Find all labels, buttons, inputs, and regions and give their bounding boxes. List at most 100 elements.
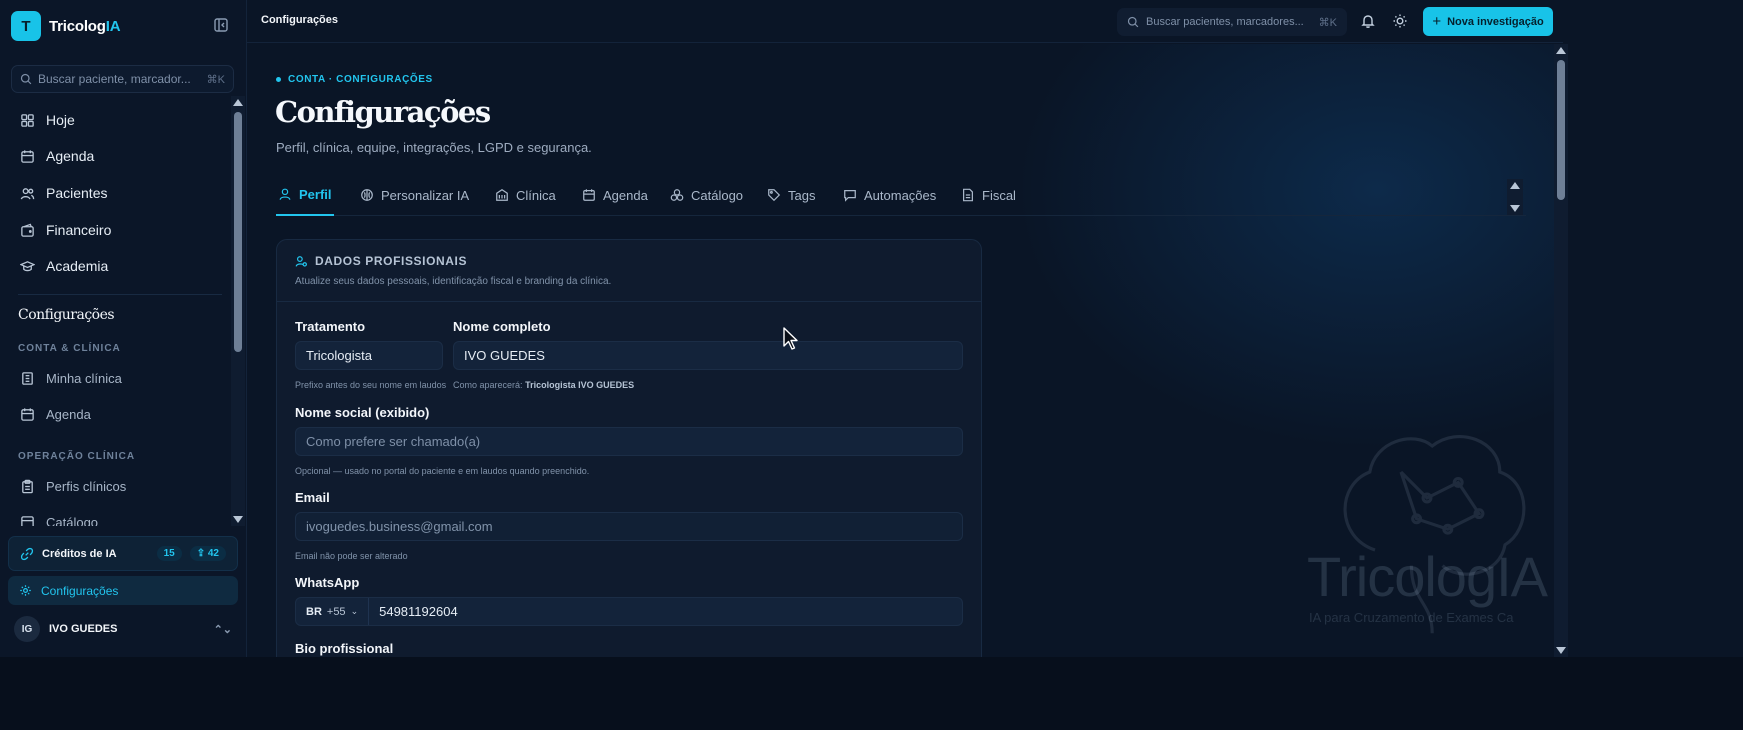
sidebar-item-label: Catálogo (46, 514, 99, 527)
scroll-up-icon[interactable] (1510, 182, 1520, 189)
treatment-field[interactable]: Tricologista (295, 341, 443, 370)
sidebar-item-hoje[interactable]: Hoje (20, 110, 75, 130)
tab-catalogo[interactable]: Catálogo (670, 174, 743, 216)
tab-clinica[interactable]: Clínica (495, 174, 556, 216)
whatsapp-field[interactable]: BR +55 ⌄ 54981192604 (295, 597, 963, 626)
graduation-cap-icon (20, 260, 35, 271)
sun-icon[interactable] (1392, 13, 1408, 29)
scrollbar-thumb[interactable] (234, 112, 242, 352)
sidebar-item-minha-clinica[interactable]: Minha clínica (20, 368, 122, 388)
scroll-up-icon[interactable] (1556, 47, 1566, 54)
bell-icon[interactable] (1360, 13, 1376, 29)
sidebar-nav: Hoje Agenda Pacientes Financeiro Academi… (0, 96, 230, 526)
social-name-label: Nome social (exibido) (295, 405, 430, 420)
building-icon (496, 189, 508, 201)
scroll-down-icon[interactable] (1510, 205, 1520, 212)
document-icon (963, 188, 973, 202)
scroll-down-icon[interactable] (1556, 647, 1566, 654)
grid-icon (21, 113, 34, 127)
chevron-updown-icon: ⌃⌄ (213, 623, 232, 636)
topbar: Configurações Buscar pacientes, marcador… (247, 0, 1563, 43)
sidebar-collapse-icon[interactable] (213, 17, 229, 33)
sidebar-item-label: Academia (46, 258, 109, 274)
watermark-title: TricologIA (1307, 545, 1548, 608)
sidebar-settings-heading: Configurações (18, 307, 115, 323)
brand-logo: T (11, 11, 41, 41)
user-menu[interactable]: IG IVO GUEDES ⌃⌄ (14, 616, 232, 642)
social-name-field[interactable]: Como prefere ser chamado(a) (295, 427, 963, 456)
new-investigation-button[interactable]: + Nova investigação (1423, 7, 1553, 36)
tab-fiscal[interactable]: Fiscal (961, 174, 1016, 216)
scroll-up-icon[interactable] (233, 99, 243, 106)
sidebar-item-financeiro[interactable]: Financeiro (20, 220, 111, 240)
page-subtitle: Perfil, clínica, equipe, integrações, LG… (276, 140, 592, 155)
treatment-label: Tratamento (295, 319, 366, 334)
new-investigation-label: Nova investigação (1447, 15, 1544, 28)
sidebar-item-label: Pacientes (46, 185, 108, 201)
sidebar-item-catalogo[interactable]: Catálogo (20, 512, 98, 526)
sidebar-item-label: Hoje (46, 112, 75, 128)
professional-data-card: DADOS PROFISSIONAIS Atualize seus dados … (276, 239, 982, 657)
calendar-icon (21, 407, 34, 421)
sidebar-divider (18, 294, 222, 295)
clipboard-icon (22, 479, 33, 493)
global-search-input[interactable]: Buscar pacientes, marcadores... ⌘K (1117, 8, 1347, 36)
scroll-down-icon[interactable] (233, 516, 243, 523)
ai-credits[interactable]: Créditos de IA 15 ⇪ 42 (8, 536, 238, 571)
sidebar-item-agenda[interactable]: Agenda (20, 146, 94, 166)
sidebar-item-pacientes[interactable]: Pacientes (20, 183, 107, 203)
gear-icon (20, 585, 31, 596)
global-search-shortcut: ⌘K (1318, 16, 1337, 29)
sidebar-item-label: Financeiro (46, 222, 112, 238)
desktop-background (0, 657, 1743, 730)
settings-tabs: Perfil Personalizar IA Clínica Agenda Ca… (276, 174, 1526, 216)
tab-agenda[interactable]: Agenda (582, 174, 648, 216)
social-name-hint: Opcional — usado no portal do paciente e… (295, 466, 590, 476)
sidebar-item-label: Agenda (46, 406, 91, 422)
sidebar-item-configuracoes[interactable]: Configurações (8, 576, 238, 605)
avatar: IG (14, 616, 40, 642)
user-icon (279, 188, 291, 200)
plus-icon: + (1432, 13, 1442, 30)
tab-personalizar-ia[interactable]: Personalizar IA (360, 174, 469, 216)
user-name: IVO GUEDES (49, 623, 118, 635)
tab-tags[interactable]: Tags (767, 174, 815, 216)
catalog-icon (670, 189, 684, 201)
search-icon (20, 73, 32, 85)
ai-credits-label: Créditos de IA (42, 547, 117, 560)
catalog-icon (21, 515, 34, 526)
wallet-icon (21, 223, 34, 237)
mouse-cursor-icon (783, 327, 798, 350)
brand-name: TricologIA (49, 17, 121, 35)
country-code-select[interactable]: BR +55 ⌄ (306, 598, 370, 625)
card-title: DADOS PROFISSIONAIS (295, 254, 963, 268)
scrollbar-thumb[interactable] (1557, 60, 1565, 200)
sidebar-search-input[interactable]: Buscar paciente, marcador... ⌘K (11, 65, 234, 93)
sidebar-scrollbar[interactable] (231, 96, 245, 526)
sidebar-item-label: Agenda (46, 148, 95, 164)
credits-bonus-badge: ⇪ 42 (189, 546, 226, 561)
tabs-scrollbar[interactable] (1507, 179, 1523, 215)
tab-automacoes[interactable]: Automações (843, 174, 936, 216)
page-eyebrow: CONTA · CONFIGURAÇÕES (276, 74, 433, 85)
sidebar-item-label: Perfis clínicos (46, 478, 127, 494)
app-window: T TricologIA Buscar paciente, marcador..… (0, 0, 1743, 657)
sidebar-search-placeholder: Buscar paciente, marcador... (38, 72, 191, 86)
main-scrollbar[interactable] (1554, 44, 1568, 657)
email-hint: Email não pode ser alterado (295, 551, 408, 561)
brand[interactable]: T TricologIA (11, 11, 121, 41)
sidebar-item-agenda-settings[interactable]: Agenda (20, 404, 91, 424)
tab-perfil[interactable]: Perfil (276, 174, 334, 216)
sidebar-item-perfis-clinicos[interactable]: Perfis clínicos (20, 476, 126, 496)
fullname-field[interactable]: IVO GUEDES (453, 341, 963, 370)
main-content: TricologIA IA para Cruzamento de Exames … (247, 44, 1554, 657)
breadcrumb: Configurações (261, 14, 339, 26)
message-icon (844, 190, 856, 202)
tag-icon (768, 189, 781, 202)
clinic-icon (22, 371, 33, 385)
fullname-hint: Como aparecerá: Tricologista IVO GUEDES (453, 380, 635, 390)
bonus-icon: ⇪ (196, 548, 208, 559)
global-search-placeholder: Buscar pacientes, marcadores... (1146, 16, 1304, 28)
email-field[interactable]: ivoguedes.business@gmail.com (295, 512, 963, 541)
sidebar-item-academia[interactable]: Academia (20, 256, 108, 276)
